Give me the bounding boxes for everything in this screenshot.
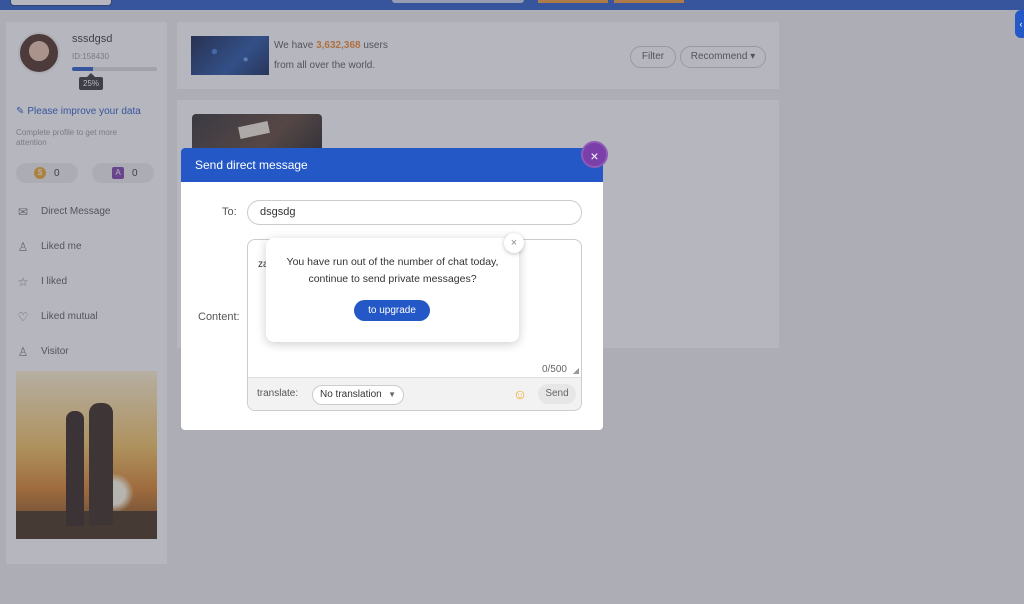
side-expand-tab[interactable]: ‹ bbox=[1015, 10, 1024, 38]
to-label: To: bbox=[222, 206, 237, 218]
translation-select[interactable]: No translation ▼ bbox=[312, 385, 404, 405]
upgrade-button[interactable]: to upgrade bbox=[354, 300, 430, 321]
recipient-field[interactable]: dsgsdg bbox=[247, 200, 582, 225]
chevron-down-icon: ▼ bbox=[388, 390, 396, 399]
emoji-icon[interactable]: ☺ bbox=[512, 386, 528, 402]
send-button[interactable]: Send bbox=[538, 384, 576, 404]
content-label: Content: bbox=[198, 311, 240, 323]
alert-message-line-1: You have run out of the number of chat t… bbox=[286, 256, 499, 268]
translate-label: translate: bbox=[257, 388, 299, 399]
translation-value: No translation bbox=[320, 389, 382, 400]
alert-message: You have run out of the number of chat t… bbox=[266, 254, 519, 288]
message-toolbar: translate: No translation ▼ ☺ Send bbox=[248, 377, 581, 410]
alert-message-line-2: continue to send private messages? bbox=[308, 273, 477, 285]
modal-title: Send direct message bbox=[181, 148, 603, 182]
chat-limit-alert: You have run out of the number of chat t… bbox=[266, 233, 524, 342]
resize-handle-icon[interactable]: ◢ bbox=[573, 366, 579, 375]
alert-close-icon[interactable]: × bbox=[504, 233, 524, 253]
char-count: 0/500 bbox=[541, 364, 567, 375]
close-icon[interactable]: × bbox=[581, 141, 608, 168]
